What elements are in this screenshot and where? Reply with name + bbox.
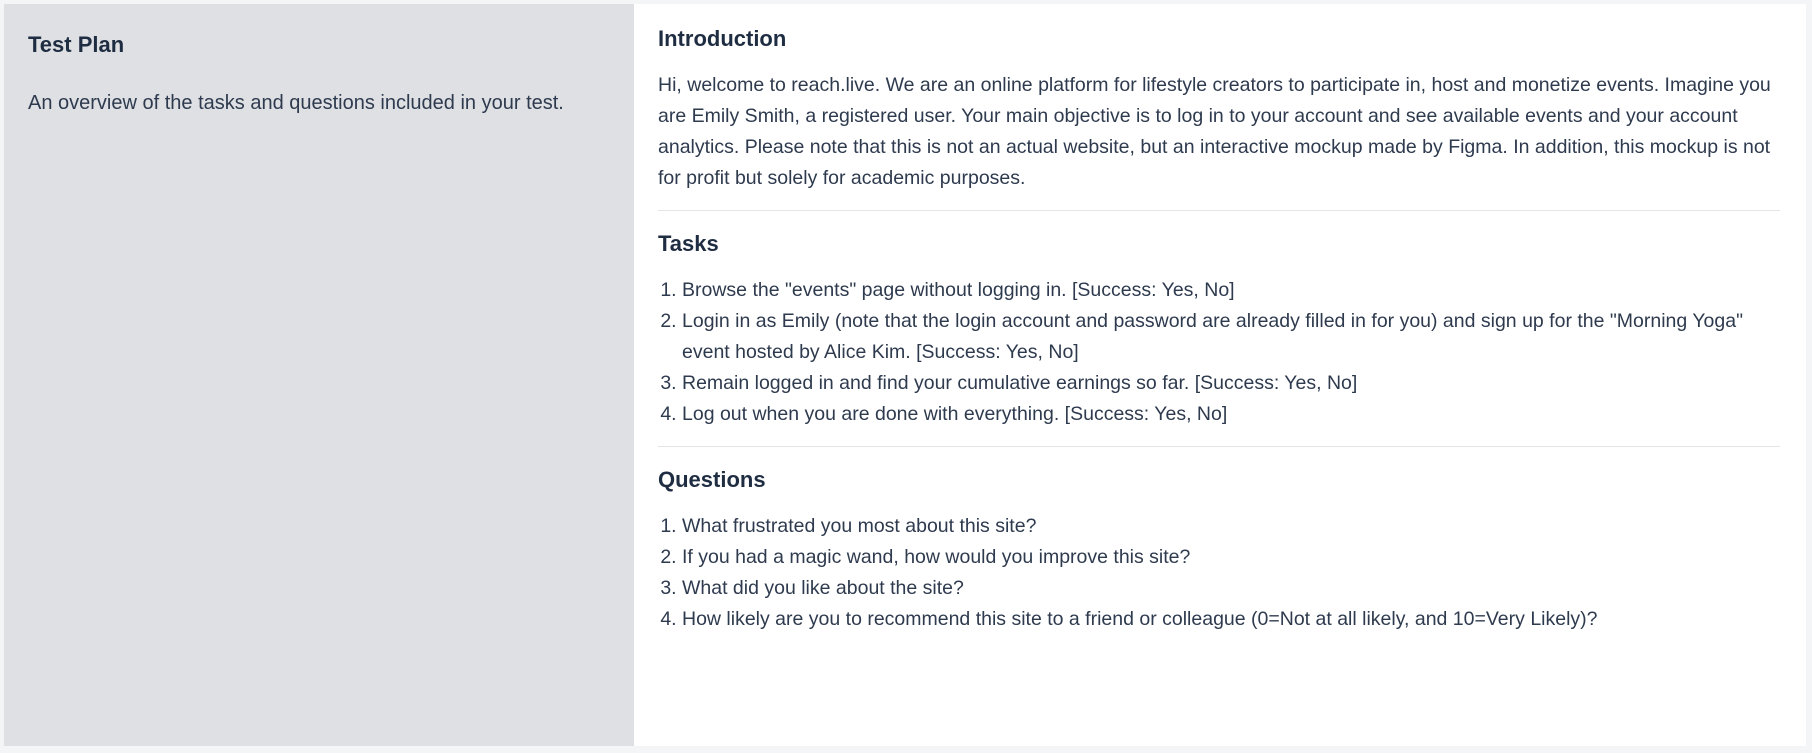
question-item: How likely are you to recommend this sit… (682, 604, 1780, 635)
tasks-section: Tasks Browse the "events" page without l… (658, 231, 1780, 447)
task-item: Log out when you are done with everythin… (682, 399, 1780, 430)
tasks-list: Browse the "events" page without logging… (658, 275, 1780, 430)
sidebar-subtitle: An overview of the tasks and questions i… (28, 92, 564, 114)
question-item: If you had a magic wand, how would you i… (682, 542, 1780, 573)
tasks-heading: Tasks (658, 231, 719, 256)
introduction-heading: Introduction (658, 26, 787, 51)
test-plan-panel: Test Plan An overview of the tasks and q… (4, 4, 1806, 746)
task-item: Login in as Emily (note that the login a… (682, 306, 1780, 368)
question-item: What frustrated you most about this site… (682, 511, 1780, 542)
introduction-body: Hi, welcome to reach.live. We are an onl… (658, 74, 1771, 189)
questions-list: What frustrated you most about this site… (658, 511, 1780, 635)
introduction-section: Introduction Hi, welcome to reach.live. … (658, 26, 1780, 211)
main-content: Introduction Hi, welcome to reach.live. … (634, 4, 1806, 746)
sidebar: Test Plan An overview of the tasks and q… (4, 4, 634, 746)
task-item: Browse the "events" page without logging… (682, 275, 1780, 306)
question-item: What did you like about the site? (682, 573, 1780, 604)
questions-heading: Questions (658, 467, 766, 492)
sidebar-title: Test Plan (28, 32, 125, 57)
task-item: Remain logged in and find your cumulativ… (682, 368, 1780, 399)
questions-section: Questions What frustrated you most about… (658, 467, 1780, 651)
